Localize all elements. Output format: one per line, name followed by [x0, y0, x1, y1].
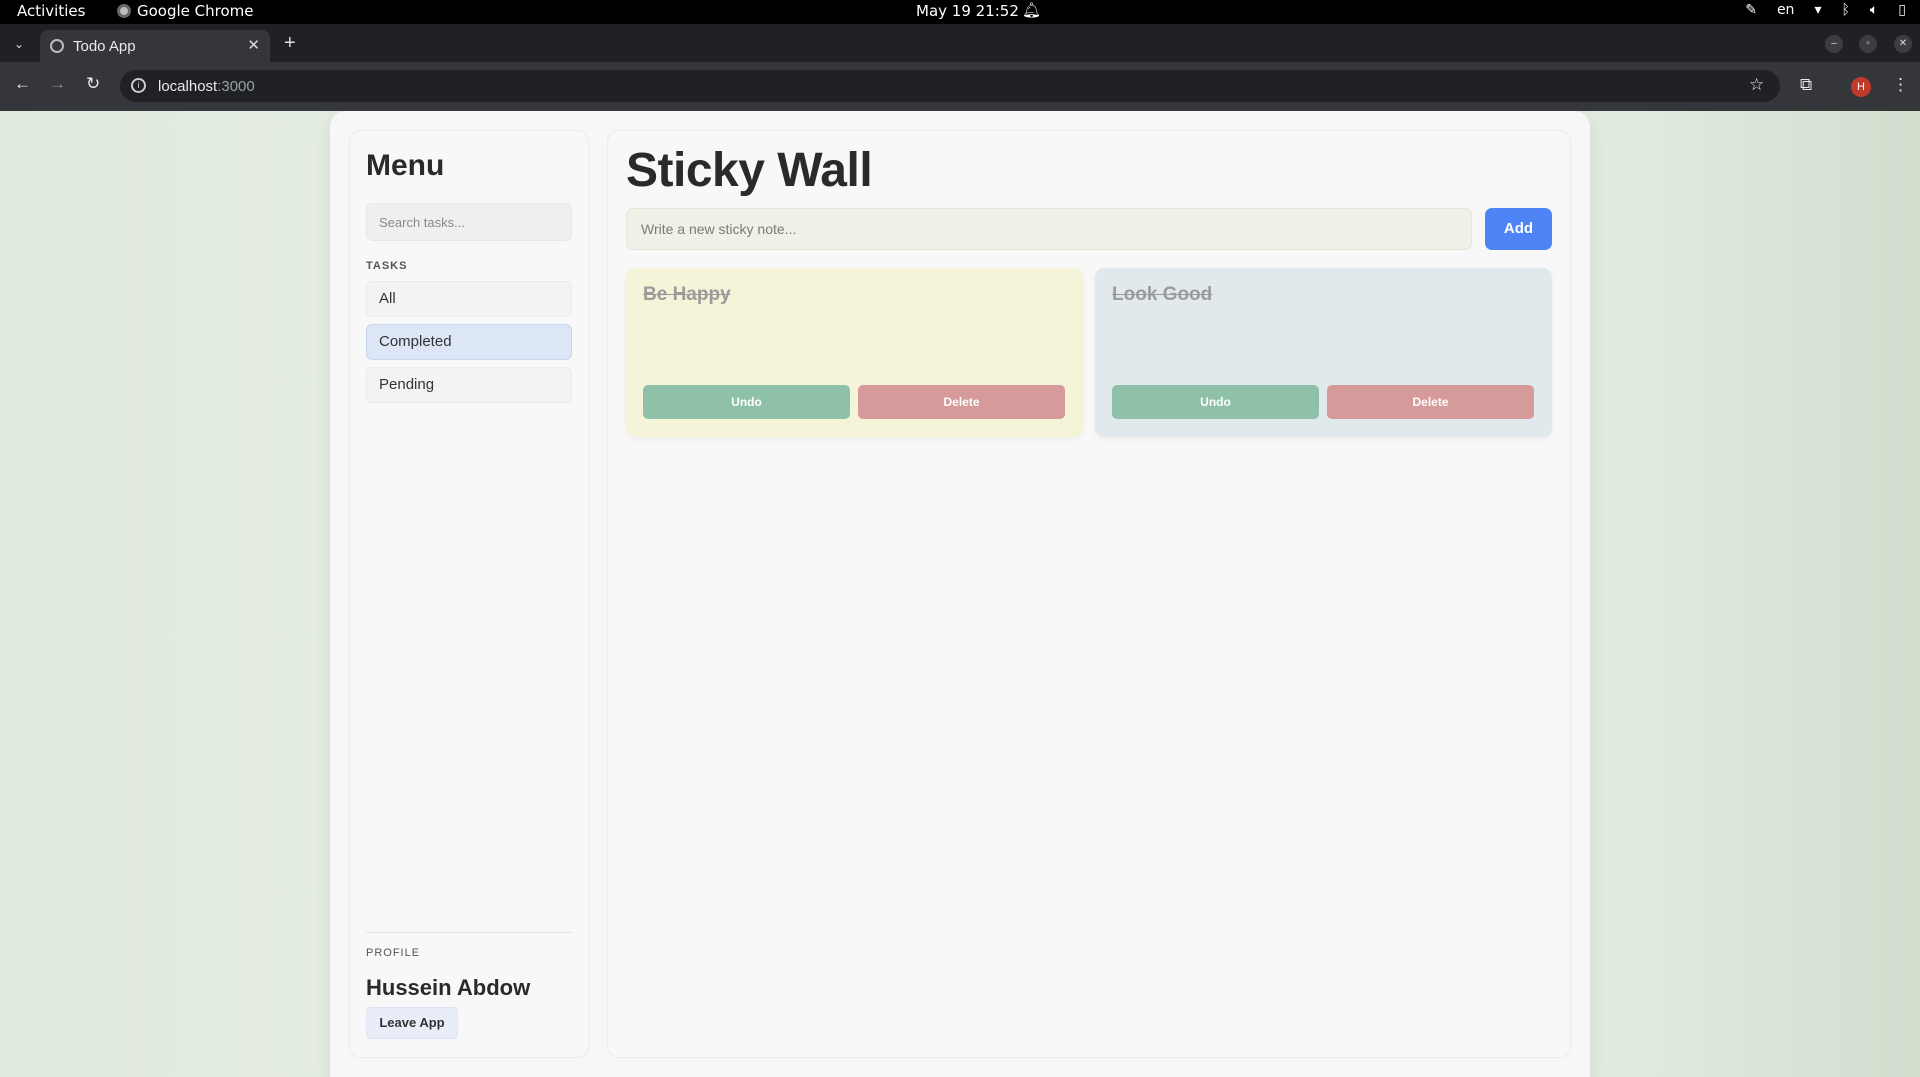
language-indicator[interactable]: en — [1777, 2, 1795, 18]
sidebar-divider — [366, 932, 572, 933]
chrome-icon — [117, 4, 131, 18]
site-info-icon[interactable]: i — [131, 78, 146, 93]
tab-title: Todo App — [73, 37, 136, 55]
window-close-icon[interactable]: ✕ — [1894, 35, 1912, 53]
app-name: Google Chrome — [137, 2, 254, 20]
reload-icon[interactable]: ↻ — [86, 74, 100, 94]
main-content: Sticky Wall Add Be Happy Undo Delete Loo… — [607, 130, 1571, 1058]
sticky-note: Be Happy Undo Delete — [626, 268, 1083, 437]
tasks-section-label: TASKS — [366, 260, 408, 272]
leave-app-button[interactable]: Leave App — [366, 1007, 458, 1039]
address-bar[interactable]: i localhost:3000 — [120, 70, 1780, 102]
bluetooth-icon: ᛒ — [1841, 2, 1850, 18]
sidebar-item-all[interactable]: All — [366, 281, 572, 317]
search-input[interactable] — [366, 203, 572, 241]
profile-section-label: PROFILE — [366, 947, 421, 959]
wifi-icon: ▾ — [1814, 2, 1822, 18]
tab-strip: ⌄ Todo App ✕ + – ▫ ✕ — [0, 24, 1920, 62]
clock[interactable]: May 19 21:52 — [916, 2, 1019, 20]
page-viewport: Menu TASKS All Completed Pending PROFILE… — [0, 111, 1920, 1077]
new-note-input[interactable] — [626, 208, 1472, 250]
forward-icon[interactable]: → — [49, 74, 66, 94]
activities-button[interactable]: Activities — [17, 2, 85, 20]
url-host: localhost — [158, 77, 218, 95]
maximize-icon[interactable]: ▫ — [1859, 35, 1877, 53]
battery-icon: ▯ — [1898, 2, 1906, 18]
pen-icon: ✎ — [1745, 2, 1757, 18]
browser-toolbar: ← → ↻ i localhost:3000 ☆ ⧉ H ⋮ — [0, 62, 1920, 111]
globe-icon — [50, 39, 64, 53]
more-menu-icon[interactable]: ⋮ — [1892, 75, 1909, 95]
url-port: :3000 — [217, 77, 255, 95]
undo-button[interactable]: Undo — [643, 385, 850, 419]
profile-avatar[interactable]: H — [1851, 77, 1871, 97]
note-title: Look Good — [1112, 284, 1213, 305]
tab-todo-app[interactable]: Todo App ✕ — [40, 30, 270, 62]
back-icon[interactable]: ← — [14, 74, 31, 94]
system-top-bar: Activities Google Chrome May 19 21:52 🔔︎… — [0, 0, 1920, 24]
sidebar: Menu TASKS All Completed Pending PROFILE… — [349, 130, 589, 1058]
menu-title: Menu — [366, 149, 445, 182]
app-container: Menu TASKS All Completed Pending PROFILE… — [330, 111, 1590, 1077]
note-title: Be Happy — [643, 284, 731, 305]
delete-button[interactable]: Delete — [858, 385, 1065, 419]
sidebar-item-completed[interactable]: Completed — [366, 324, 572, 360]
bell-icon: 🔔︎ — [1022, 1, 1042, 19]
volume-icon: 🔈︎ — [1869, 2, 1879, 18]
system-tray[interactable]: ✎ en ▾ ᛒ 🔈︎ ▯ — [1745, 2, 1906, 18]
add-note-button[interactable]: Add — [1485, 208, 1552, 250]
bookmark-star-icon[interactable]: ☆ — [1749, 75, 1764, 95]
new-tab-button[interactable]: + — [284, 32, 296, 55]
chevron-down-icon[interactable]: ⌄ — [8, 33, 30, 55]
minimize-icon[interactable]: – — [1825, 35, 1843, 53]
sidebar-item-pending[interactable]: Pending — [366, 367, 572, 403]
sticky-note: Look Good Undo Delete — [1095, 268, 1552, 437]
app-menu[interactable]: Google Chrome — [117, 2, 254, 20]
page-title: Sticky Wall — [626, 144, 873, 197]
extensions-icon[interactable]: ⧉ — [1800, 75, 1812, 95]
close-icon[interactable]: ✕ — [247, 36, 260, 54]
undo-button[interactable]: Undo — [1112, 385, 1319, 419]
profile-name: Hussein Abdow — [366, 975, 531, 1000]
delete-button[interactable]: Delete — [1327, 385, 1534, 419]
